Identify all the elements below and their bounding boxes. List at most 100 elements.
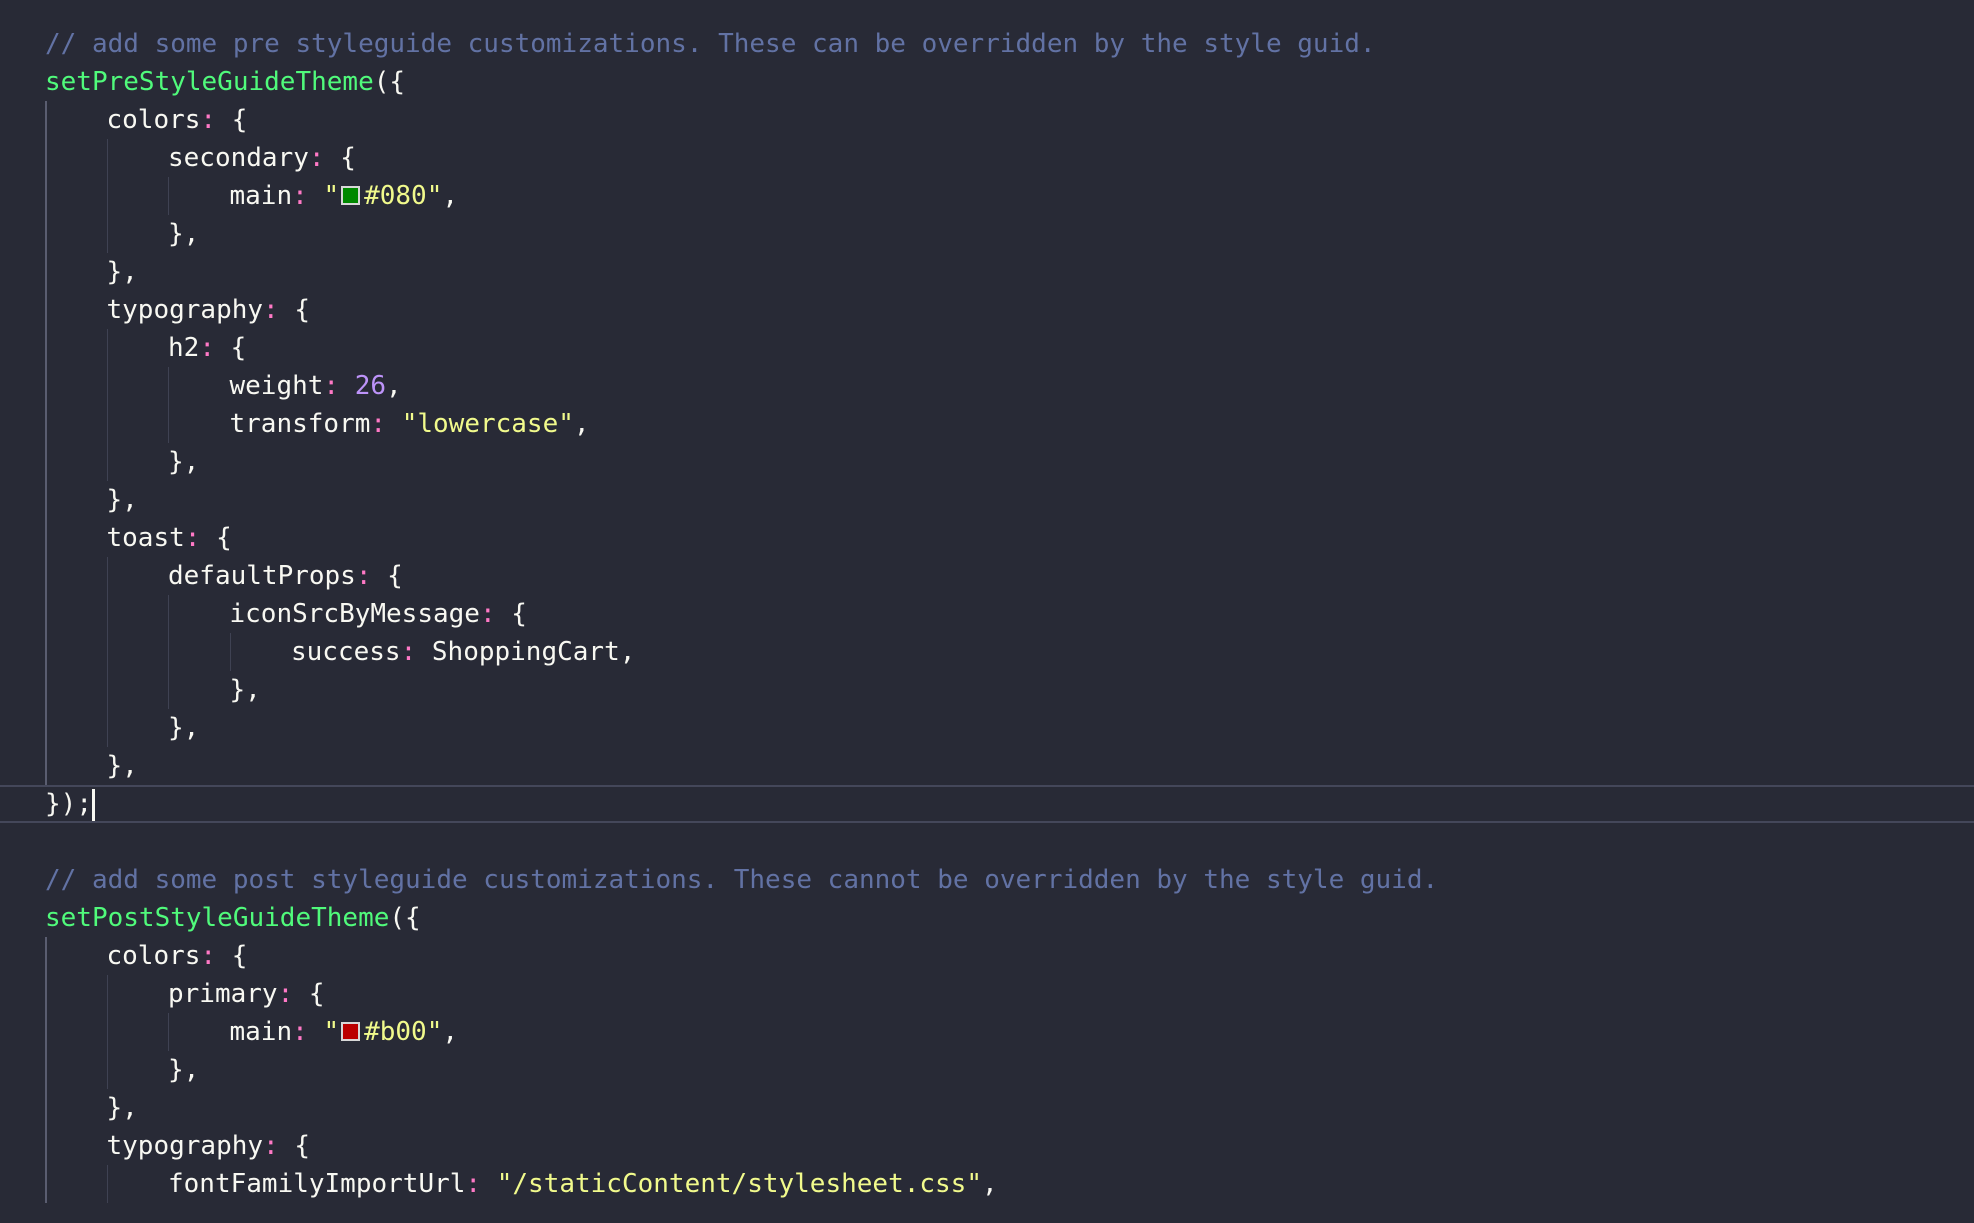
code-line[interactable]: }, — [0, 671, 1974, 709]
code-text: fontFamilyImportUrl: "/staticContent/sty… — [168, 1165, 998, 1203]
code-token: } — [45, 789, 61, 819]
code-token: , — [183, 713, 200, 743]
code-line[interactable]: }, — [0, 747, 1974, 785]
code-text: typography: { — [107, 291, 311, 329]
code-token: setPreStyleGuideTheme — [45, 67, 374, 97]
code-token: typography — [106, 295, 264, 325]
code-line[interactable]: setPreStyleGuideTheme({ — [0, 63, 1974, 101]
indent-guide — [106, 405, 108, 443]
code-token: } — [106, 257, 123, 287]
code-token: , — [122, 257, 138, 287]
indent-guide — [168, 177, 169, 215]
code-line[interactable]: fontFamilyImportUrl: "/staticContent/sty… — [0, 1165, 1974, 1203]
code-line[interactable]: }, — [0, 253, 1974, 291]
code-line[interactable]: colors: { — [0, 101, 1974, 139]
code-line[interactable]: }, — [0, 709, 1974, 747]
indent-guide — [229, 633, 231, 671]
code-token: } — [168, 447, 184, 477]
code-line[interactable]: typography: { — [0, 1127, 1974, 1165]
code-text: }, — [107, 253, 138, 291]
code-token: , — [386, 371, 402, 401]
indent-guide — [45, 1165, 47, 1203]
code-token: , — [122, 1093, 138, 1123]
indent-guide — [45, 101, 47, 139]
color-swatch-icon[interactable] — [341, 1022, 361, 1041]
code-text: colors: { — [107, 101, 248, 139]
code-token: setPostStyleGuideTheme — [45, 903, 390, 933]
code-text: }, — [107, 481, 138, 519]
code-text: }, — [230, 671, 261, 709]
code-line[interactable]: toast: { — [0, 519, 1974, 557]
indent-guide — [45, 519, 47, 557]
code-token: " — [323, 181, 340, 211]
code-token: #080" — [364, 181, 443, 211]
code-line[interactable]: // add some post styleguide customizatio… — [0, 861, 1974, 899]
code-text: setPostStyleGuideTheme({ — [45, 899, 421, 937]
code-line[interactable] — [0, 823, 1974, 861]
code-line[interactable]: }, — [0, 481, 1974, 519]
code-token: "lowercase" — [401, 409, 574, 439]
indent-guide — [168, 405, 169, 443]
color-swatch-icon[interactable] — [341, 186, 361, 205]
code-line[interactable]: }, — [0, 443, 1974, 481]
indent-guide — [45, 253, 47, 291]
code-line[interactable]: iconSrcByMessage: { — [0, 595, 1974, 633]
code-token: : — [263, 295, 279, 325]
code-line[interactable]: secondary: { — [0, 139, 1974, 177]
indent-guide — [45, 329, 47, 367]
code-line[interactable]: success: ShoppingCart, — [0, 633, 1974, 671]
code-line[interactable]: // add some pre styleguide customization… — [0, 25, 1974, 63]
code-line[interactable]: main: " #b00", — [0, 1013, 1974, 1051]
code-token: { — [231, 941, 248, 971]
code-line[interactable]: transform: "lowercase", — [0, 405, 1974, 443]
code-line[interactable]: colors: { — [0, 937, 1974, 975]
indent-guide — [106, 1165, 108, 1203]
code-line[interactable]: h2: { — [0, 329, 1974, 367]
indent-guide — [45, 1089, 47, 1127]
code-token: , — [183, 1055, 200, 1085]
code-line[interactable]: weight: 26, — [0, 367, 1974, 405]
code-line[interactable]: setPostStyleGuideTheme({ — [0, 899, 1974, 937]
code-text: // add some post styleguide customizatio… — [45, 861, 1438, 899]
code-line[interactable]: defaultProps: { — [0, 557, 1974, 595]
code-line[interactable]: primary: { — [0, 975, 1974, 1013]
code-token: { — [230, 333, 247, 363]
indent-guide — [45, 671, 47, 709]
indent-guide — [45, 709, 47, 747]
code-token: : — [465, 1169, 482, 1199]
code-line[interactable]: }, — [0, 215, 1974, 253]
code-token: { — [216, 523, 232, 553]
indent-guide — [106, 1051, 108, 1089]
code-token: ; — [76, 789, 92, 819]
indent-guide — [45, 1051, 47, 1089]
code-token: success — [291, 637, 401, 667]
indent-guide — [106, 975, 108, 1013]
code-line[interactable]: main: " #080", — [0, 177, 1974, 215]
code-token: { — [231, 105, 248, 135]
code-token: : — [355, 561, 372, 591]
indent-guide — [45, 481, 47, 519]
indent-guide — [45, 975, 47, 1013]
code-token: weight — [229, 371, 324, 401]
code-token: } — [168, 219, 184, 249]
code-token: : — [277, 979, 294, 1009]
code-line[interactable]: typography: { — [0, 291, 1974, 329]
code-token: : — [292, 1017, 308, 1047]
code-token: // add some pre styleguide customization… — [45, 29, 1376, 59]
code-editor[interactable]: // add some pre styleguide customization… — [0, 0, 1974, 1223]
code-token: , — [122, 751, 138, 781]
code-line[interactable]: }, — [0, 1051, 1974, 1089]
code-line[interactable]: }, — [0, 1089, 1974, 1127]
current-code-line[interactable]: }); — [0, 785, 1974, 823]
code-token: , — [619, 637, 636, 667]
code-token: ( — [373, 67, 390, 97]
indent-guide — [45, 405, 47, 443]
indent-guide — [168, 367, 169, 405]
code-text: }, — [168, 215, 199, 253]
